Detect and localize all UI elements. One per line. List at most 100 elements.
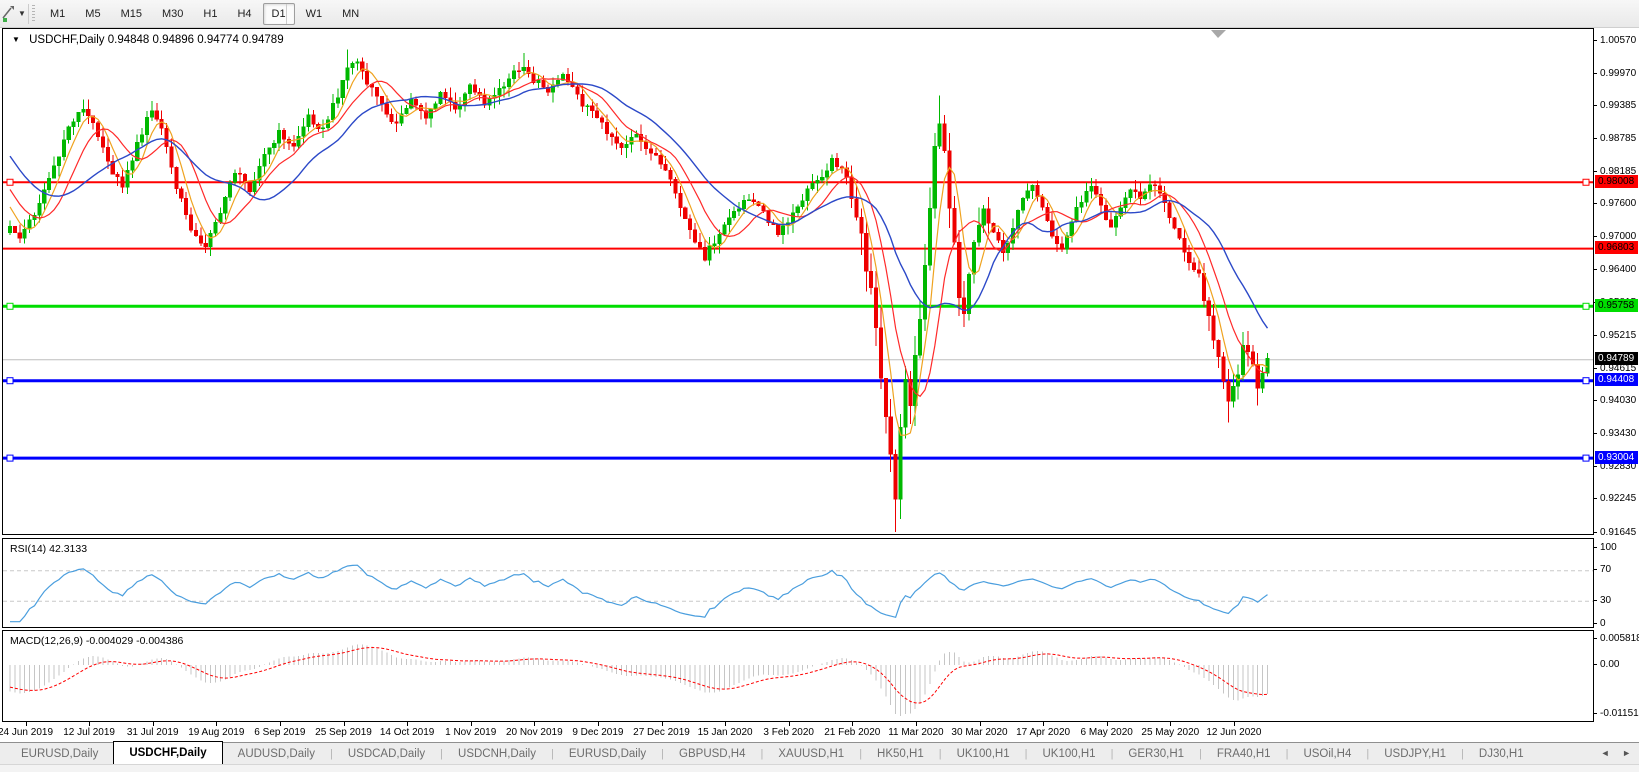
line-handle[interactable]	[7, 303, 13, 309]
date-axis[interactable]: 24 Jun 201912 Jul 201931 Jul 201919 Aug …	[0, 722, 1639, 742]
chart-tab-fra40-h1[interactable]: FRA40,H1	[1202, 744, 1286, 764]
date-label: 6 May 2020	[1081, 727, 1133, 738]
line-handle[interactable]	[1583, 378, 1589, 384]
macd-pane[interactable]: MACD(12,26,9) -0.004029 -0.004386	[2, 630, 1594, 722]
candle-body	[1041, 197, 1045, 208]
candle-body	[307, 115, 311, 127]
candle-body	[160, 119, 164, 128]
timeframe-m1-button[interactable]: M1	[41, 3, 74, 25]
candle-body	[336, 98, 340, 103]
chart-tool-icon[interactable]	[1, 4, 16, 24]
price-pane[interactable]: ▼ USDCHF,Daily 0.94848 0.94896 0.94774 0…	[2, 28, 1594, 535]
price-axis-tick: 0.92245	[1593, 493, 1636, 504]
price-chart-canvas[interactable]	[3, 29, 1593, 534]
tab-scroll-right-icon[interactable]: ►	[1622, 748, 1631, 758]
candle-body	[184, 198, 188, 215]
candle-body	[869, 271, 873, 287]
candle-body	[747, 200, 751, 201]
candle-body	[659, 155, 663, 164]
line-handle[interactable]	[1583, 455, 1589, 461]
line-handle[interactable]	[1583, 303, 1589, 309]
candle-body	[1060, 244, 1064, 250]
chart-tab-dj30-h1[interactable]: DJ30,H1	[1464, 744, 1539, 764]
chart-tab-xauusd-h1[interactable]: XAUUSD,H1	[763, 744, 859, 764]
candle-body	[630, 137, 634, 144]
candle-body	[752, 200, 756, 202]
candle-body	[28, 220, 32, 230]
level-price-label: 0.96803	[1595, 241, 1638, 254]
line-handle[interactable]	[7, 455, 13, 461]
candle-body	[1202, 273, 1206, 300]
candle-body	[209, 233, 213, 246]
chart-tab-gbpusd-h4[interactable]: GBPUSD,H4	[664, 744, 760, 764]
rsi-chart-canvas[interactable]	[3, 539, 1593, 627]
chart-tab-usdjpy-h1[interactable]: USDJPY,H1	[1369, 744, 1461, 764]
line-handle[interactable]	[1583, 179, 1589, 185]
candle-body	[507, 79, 511, 87]
chart-tab-usdcnh-daily[interactable]: USDCNH,Daily	[443, 744, 551, 764]
macd-chart-canvas[interactable]	[3, 631, 1593, 721]
chart-tab-audusd-daily[interactable]: AUDUSD,Daily	[223, 744, 330, 764]
candle-body	[199, 236, 203, 243]
candle-body	[72, 122, 76, 127]
chart-tab-uk100-h1[interactable]: UK100,H1	[1028, 744, 1111, 764]
date-tick-mark	[916, 722, 917, 726]
rsi-axis[interactable]: 10070300	[1593, 538, 1639, 628]
timeframe-w1-button[interactable]: W1	[297, 3, 332, 25]
candle-body	[341, 80, 345, 98]
candle-body	[889, 417, 893, 455]
candle-body	[351, 63, 355, 67]
price-axis[interactable]: 1.005700.999700.993850.987850.981850.976…	[1593, 28, 1639, 535]
triangle-down-icon[interactable]: ▼	[12, 35, 20, 44]
candle-body	[683, 208, 687, 219]
candle-body	[1085, 191, 1089, 202]
candle-body	[1212, 316, 1216, 341]
timeframe-m5-button[interactable]: M5	[76, 3, 109, 25]
candle-body	[121, 177, 125, 188]
chart-tool-dropdown-icon[interactable]: ▼	[18, 9, 26, 18]
timeframe-h1-button[interactable]: H1	[194, 3, 226, 25]
macd-axis[interactable]: 0.0058180.00-0.011514	[1593, 630, 1639, 722]
candle-body	[13, 226, 17, 232]
line-handle[interactable]	[7, 179, 13, 185]
candle-body	[835, 158, 839, 167]
timeframe-mn-button[interactable]: MN	[333, 3, 368, 25]
candle-body	[1178, 228, 1182, 238]
chart-tab-eurusd-daily[interactable]: EURUSD,Daily	[6, 744, 113, 764]
chart-tab-hk50-h1[interactable]: HK50,H1	[862, 744, 939, 764]
candle-body	[542, 80, 546, 87]
candle-body	[864, 233, 868, 271]
rsi-pane[interactable]: RSI(14) 42.3133	[2, 538, 1594, 628]
rsi-axis-tick: 70	[1593, 564, 1611, 575]
chart-tab-ger30-h1[interactable]: GER30,H1	[1113, 744, 1199, 764]
toolbar-grip-handle[interactable]	[32, 5, 35, 23]
candle-body	[1080, 202, 1084, 207]
chart-tab-eurusd-daily[interactable]: EURUSD,Daily	[554, 744, 661, 764]
date-label: 25 Sep 2019	[315, 727, 372, 738]
date-label: 11 Mar 2020	[888, 727, 943, 738]
candle-body	[62, 140, 66, 157]
price-axis-tick: 0.99385	[1593, 100, 1636, 111]
candle-body	[1266, 358, 1270, 373]
chart-tab-usoil-h4[interactable]: USOil,H4	[1288, 744, 1366, 764]
chart-tab-usdchf-daily[interactable]: USDCHF,Daily	[113, 741, 222, 764]
level-price-label: 0.93004	[1595, 451, 1638, 464]
timeframe-h4-button[interactable]: H4	[228, 3, 260, 25]
candle-body	[47, 178, 51, 190]
timeframe-d1-button[interactable]: D1	[263, 3, 295, 25]
candle-body	[1129, 190, 1133, 198]
chart-ohlc-values: 0.94848 0.94896 0.94774 0.94789	[108, 34, 284, 46]
line-handle[interactable]	[7, 378, 13, 384]
toolbar-separator	[286, 4, 287, 24]
chart-shift-marker-icon[interactable]	[1211, 30, 1226, 38]
current-price-label: 0.94789	[1595, 352, 1638, 365]
tab-scroll-left-icon[interactable]: ◄	[1601, 748, 1610, 758]
rsi-axis-tick: 30	[1593, 595, 1611, 606]
timeframe-m15-button[interactable]: M15	[112, 3, 151, 25]
candle-body	[576, 87, 580, 95]
timeframe-m30-button[interactable]: M30	[153, 3, 192, 25]
chart-tab-uk100-h1[interactable]: UK100,H1	[942, 744, 1025, 764]
date-tick-mark	[1170, 722, 1171, 726]
candle-body	[405, 108, 409, 113]
chart-tab-usdcad-daily[interactable]: USDCAD,Daily	[333, 744, 440, 764]
